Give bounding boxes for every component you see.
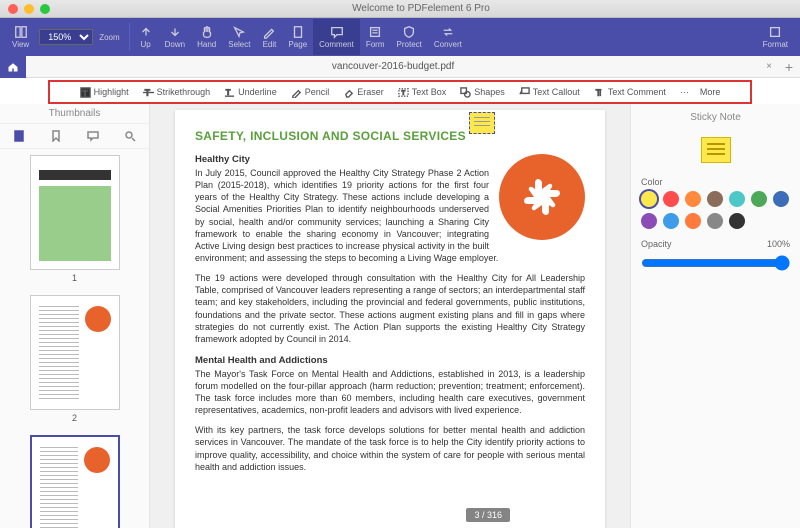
thumbnail-page-2[interactable]: 2 bbox=[30, 295, 120, 423]
thumbnail-page-1[interactable]: 1 bbox=[30, 155, 120, 283]
callout-tool[interactable]: Text Callout bbox=[513, 82, 586, 102]
down-button[interactable]: Down bbox=[159, 19, 191, 55]
opacity-value: 100% bbox=[767, 239, 790, 249]
document-viewport[interactable]: SAFETY, INCLUSION AND SOCIAL SERVICES He… bbox=[150, 104, 630, 528]
close-tab-icon[interactable]: × bbox=[760, 61, 778, 72]
shapes-tool[interactable]: Shapes bbox=[454, 82, 511, 102]
left-panel-tabs bbox=[0, 124, 149, 149]
svg-text:T: T bbox=[226, 87, 231, 96]
thumbnails-tab-icon[interactable] bbox=[11, 128, 27, 144]
document-tab[interactable]: vancouver-2016-budget.pdf bbox=[26, 61, 760, 72]
color-swatch[interactable] bbox=[707, 191, 723, 207]
comment-button[interactable]: Comment bbox=[313, 19, 360, 55]
home-tab[interactable] bbox=[0, 56, 26, 78]
edit-button[interactable]: Edit bbox=[256, 19, 282, 55]
color-swatch[interactable] bbox=[641, 213, 657, 229]
doc-paragraph: The Mayor's Task Force on Mental Health … bbox=[195, 368, 585, 417]
doc-paragraph: The 19 actions were developed through co… bbox=[195, 272, 585, 345]
more-tools[interactable]: ··· More bbox=[674, 82, 727, 102]
opacity-slider[interactable] bbox=[641, 255, 790, 271]
color-swatch[interactable] bbox=[707, 213, 723, 229]
color-swatch[interactable] bbox=[729, 213, 745, 229]
svg-text:T: T bbox=[82, 88, 87, 97]
color-swatch[interactable] bbox=[685, 191, 701, 207]
search-tab-icon[interactable] bbox=[122, 128, 138, 144]
underline-tool[interactable]: TUnderline bbox=[218, 82, 283, 102]
maximize-window-icon[interactable] bbox=[40, 4, 50, 14]
color-swatch[interactable] bbox=[641, 191, 657, 207]
new-tab-button[interactable]: + bbox=[778, 59, 800, 75]
properties-title: Sticky Note bbox=[641, 110, 790, 131]
window-title: Welcome to PDFelement 6 Pro bbox=[50, 3, 792, 14]
minimize-window-icon[interactable] bbox=[24, 4, 34, 14]
window-titlebar: Welcome to PDFelement 6 Pro bbox=[0, 0, 800, 18]
doc-heading: SAFETY, INCLUSION AND SOCIAL SERVICES bbox=[195, 128, 585, 144]
properties-panel: Sticky Note Color Opacity 100% bbox=[630, 104, 800, 528]
bookmarks-tab-icon[interactable] bbox=[48, 128, 64, 144]
thumbnail-list[interactable]: 1 2 3 bbox=[0, 149, 149, 528]
doc-subheading: Mental Health and Addictions bbox=[195, 355, 585, 368]
opacity-row: Opacity 100% bbox=[641, 239, 790, 249]
annotations-tab-icon[interactable] bbox=[85, 128, 101, 144]
hand-button[interactable]: Hand bbox=[191, 19, 222, 55]
zoom-button[interactable]: Zoom bbox=[93, 19, 125, 55]
zoom-select[interactable]: 150% bbox=[39, 29, 93, 45]
textcomment-tool[interactable]: TText Comment bbox=[588, 82, 672, 102]
color-swatch[interactable] bbox=[729, 191, 745, 207]
color-swatches bbox=[641, 191, 790, 229]
tab-strip: vancouver-2016-budget.pdf × + bbox=[0, 56, 800, 78]
thumbnails-panel: Thumbnails 1 2 3 bbox=[0, 104, 150, 528]
format-button[interactable]: Format bbox=[757, 19, 794, 55]
doc-paragraph: With its key partners, the task force de… bbox=[195, 424, 585, 473]
color-swatch[interactable] bbox=[663, 191, 679, 207]
view-button[interactable]: View bbox=[6, 19, 35, 55]
traffic-lights bbox=[8, 4, 50, 14]
annotation-toolbar: THighlight TStrikethrough TUnderline Pen… bbox=[48, 80, 752, 104]
main-toolbar: View 150% Zoom Up Down Hand Select Edit … bbox=[0, 18, 800, 56]
eraser-tool[interactable]: Eraser bbox=[337, 82, 390, 102]
convert-button[interactable]: Convert bbox=[428, 19, 468, 55]
pdf-page: SAFETY, INCLUSION AND SOCIAL SERVICES He… bbox=[175, 110, 605, 528]
color-swatch[interactable] bbox=[773, 191, 789, 207]
sticky-note-preview-icon bbox=[701, 137, 731, 163]
opacity-label: Opacity bbox=[641, 239, 672, 249]
close-window-icon[interactable] bbox=[8, 4, 18, 14]
svg-text:T: T bbox=[401, 90, 405, 96]
strikethrough-tool[interactable]: TStrikethrough bbox=[137, 82, 217, 102]
thumbnail-page-3[interactable]: 3 bbox=[30, 435, 120, 528]
thumbnails-title: Thumbnails bbox=[0, 104, 149, 124]
pencil-tool[interactable]: Pencil bbox=[285, 82, 336, 102]
highlight-tool[interactable]: THighlight bbox=[74, 82, 135, 102]
color-swatch[interactable] bbox=[663, 213, 679, 229]
main-area: Thumbnails 1 2 3 SAFETY, INCLUSION AND S… bbox=[0, 104, 800, 528]
sticky-note-annotation[interactable] bbox=[469, 112, 495, 134]
textbox-tool[interactable]: TText Box bbox=[392, 82, 453, 102]
select-button[interactable]: Select bbox=[222, 19, 256, 55]
form-button[interactable]: Form bbox=[360, 19, 391, 55]
page-indicator: 3 / 316 bbox=[466, 508, 510, 522]
page-button[interactable]: Page bbox=[282, 19, 313, 55]
hands-graphic-icon bbox=[499, 154, 585, 240]
color-swatch[interactable] bbox=[751, 191, 767, 207]
up-button[interactable]: Up bbox=[133, 19, 159, 55]
protect-button[interactable]: Protect bbox=[391, 19, 428, 55]
color-swatch[interactable] bbox=[685, 213, 701, 229]
color-label: Color bbox=[641, 177, 790, 187]
